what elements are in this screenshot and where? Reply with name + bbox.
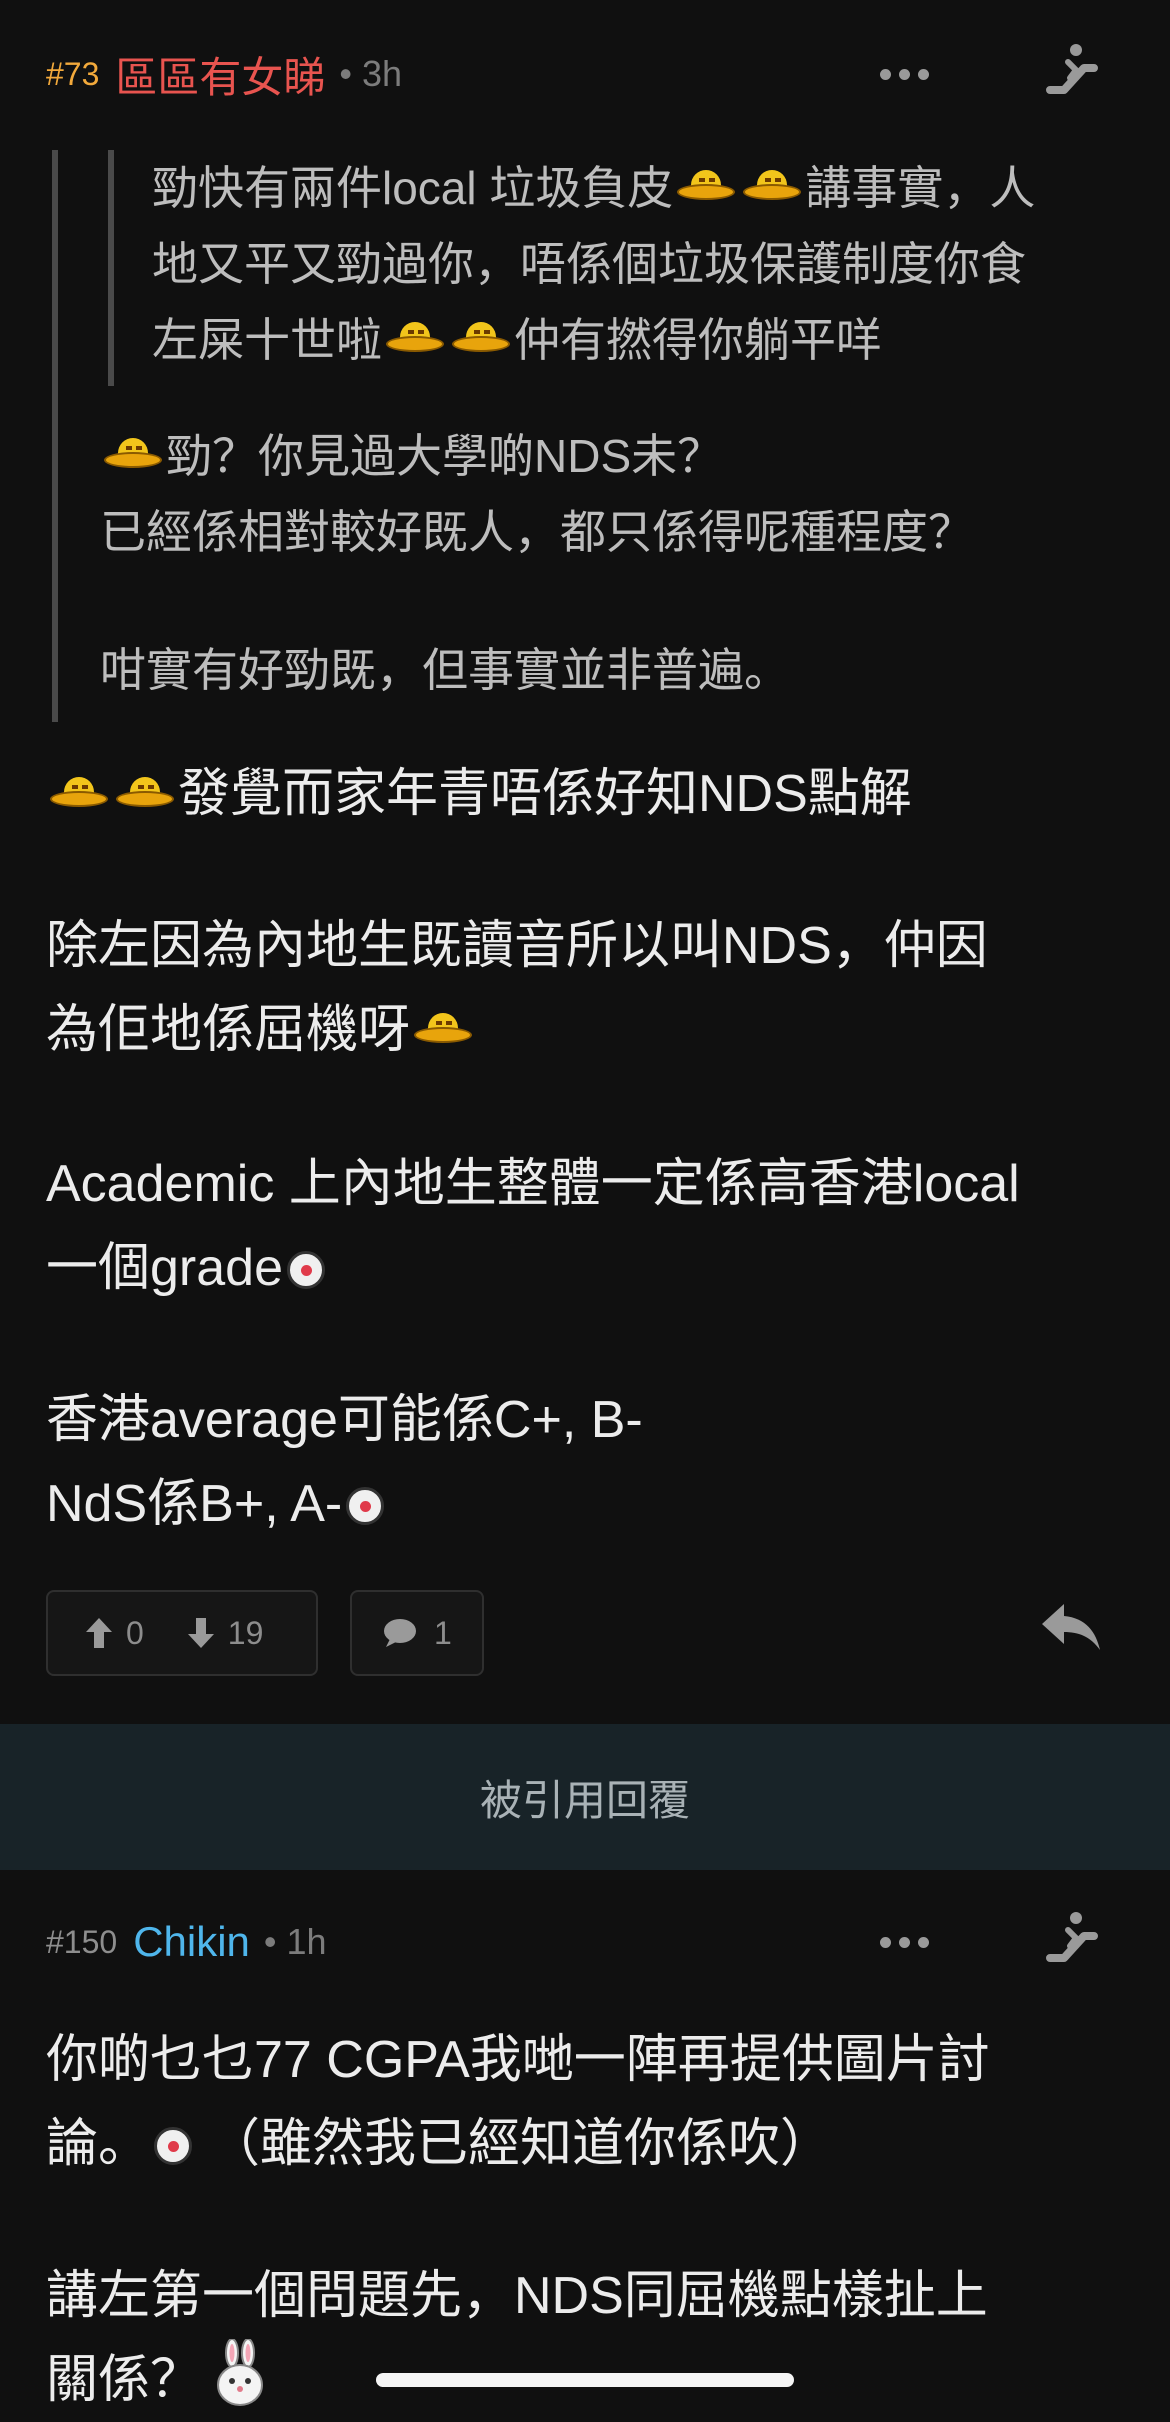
quote-inner-line: 地又平又勁過你，唔係個垃圾保護制度你食 (152, 238, 1026, 290)
quote-outer-line: 勁？你見過大學啲NDS未？ (100, 418, 723, 494)
ufo-emoji-icon (386, 320, 444, 360)
reply-icon[interactable] (1038, 1596, 1104, 1656)
post-body-line: NdS係B+, A- (46, 1462, 385, 1546)
ufo-emoji-icon (452, 320, 510, 360)
quote-outer-line: 已經係相對較好既人，都只係得呢種程度？ (100, 506, 974, 558)
vote-button[interactable]: 0 19 (46, 1590, 318, 1676)
post-body-line: 一個grade (46, 1226, 325, 1310)
quote-inner-line: 勁快有兩件local 垃圾負皮 講事實，人 (152, 162, 1036, 214)
quote-outer-line: 咁實有好勁既，但事實並非普遍。 (100, 644, 790, 696)
post-time: • 1h (263, 1921, 327, 1962)
author-name[interactable]: 區區有女睇 (115, 44, 325, 105)
escalator-icon[interactable] (1040, 1908, 1100, 1968)
post-body-line: 關係？ (46, 2338, 268, 2422)
post-time: • 3h (339, 53, 403, 94)
ufo-emoji-icon (50, 775, 108, 815)
face-emoji-icon (346, 1487, 385, 1525)
comment-count: 1 (434, 1614, 452, 1651)
post-body-line: 為佢地係屈機呀 (46, 988, 476, 1072)
face-emoji-icon (287, 1251, 325, 1289)
ufo-emoji-icon (116, 775, 174, 815)
author-name[interactable]: Chikin (133, 1918, 250, 1966)
downvote-count: 19 (227, 1614, 264, 1651)
downvote-icon[interactable] (186, 1616, 216, 1650)
post-body-line: 你啲乜乜77 CGPA我哋一陣再提供圖片討 (46, 2031, 990, 2089)
post-body-line: 發覺而家年青唔係好知NDS點解 (46, 752, 912, 836)
upvote-count: 0 (126, 1614, 144, 1651)
post-header: #150 Chikin • 1h (46, 1912, 327, 1972)
post-number: #150 (46, 1923, 118, 1960)
upvote-icon[interactable] (84, 1616, 114, 1650)
post-body-line: Academic 上內地生整體一定係高香港local (46, 1155, 1020, 1213)
quote-inner-line: 左屎十世啦 仲有撚得你躺平咩 (152, 314, 882, 366)
face-emoji-icon (154, 2127, 193, 2165)
rabbit-emoji-icon (217, 2339, 264, 2406)
home-indicator[interactable] (376, 2373, 794, 2387)
post-header: #73 區區有女睇 • 3h (46, 44, 402, 104)
post-number: #73 (46, 55, 100, 92)
ufo-emoji-icon (743, 168, 802, 208)
post-body-line: 講左第一個問題先，NDS同屈機點樣扯上 (46, 2267, 988, 2325)
ufo-emoji-icon (414, 1011, 473, 1051)
post-actions: 0 19 1 (46, 1590, 484, 1676)
ufo-emoji-icon (104, 436, 162, 476)
ufo-emoji-icon (677, 168, 736, 208)
post-body-line: 除左因為內地生既讀音所以叫NDS，仲因 (46, 917, 988, 975)
comment-button[interactable]: 1 (350, 1590, 484, 1676)
post-body-line: 香港average可能係C+, B- (46, 1391, 643, 1449)
more-options-icon[interactable] (874, 44, 934, 104)
comment-icon (384, 1619, 416, 1647)
quoted-replies-bar[interactable]: 被引用回覆 (0, 1724, 1170, 1870)
more-options-icon[interactable] (874, 1912, 934, 1972)
post-body-line: 論。 （雖然我已經知道你係吹） (46, 2115, 833, 2173)
escalator-icon[interactable] (1040, 40, 1100, 100)
